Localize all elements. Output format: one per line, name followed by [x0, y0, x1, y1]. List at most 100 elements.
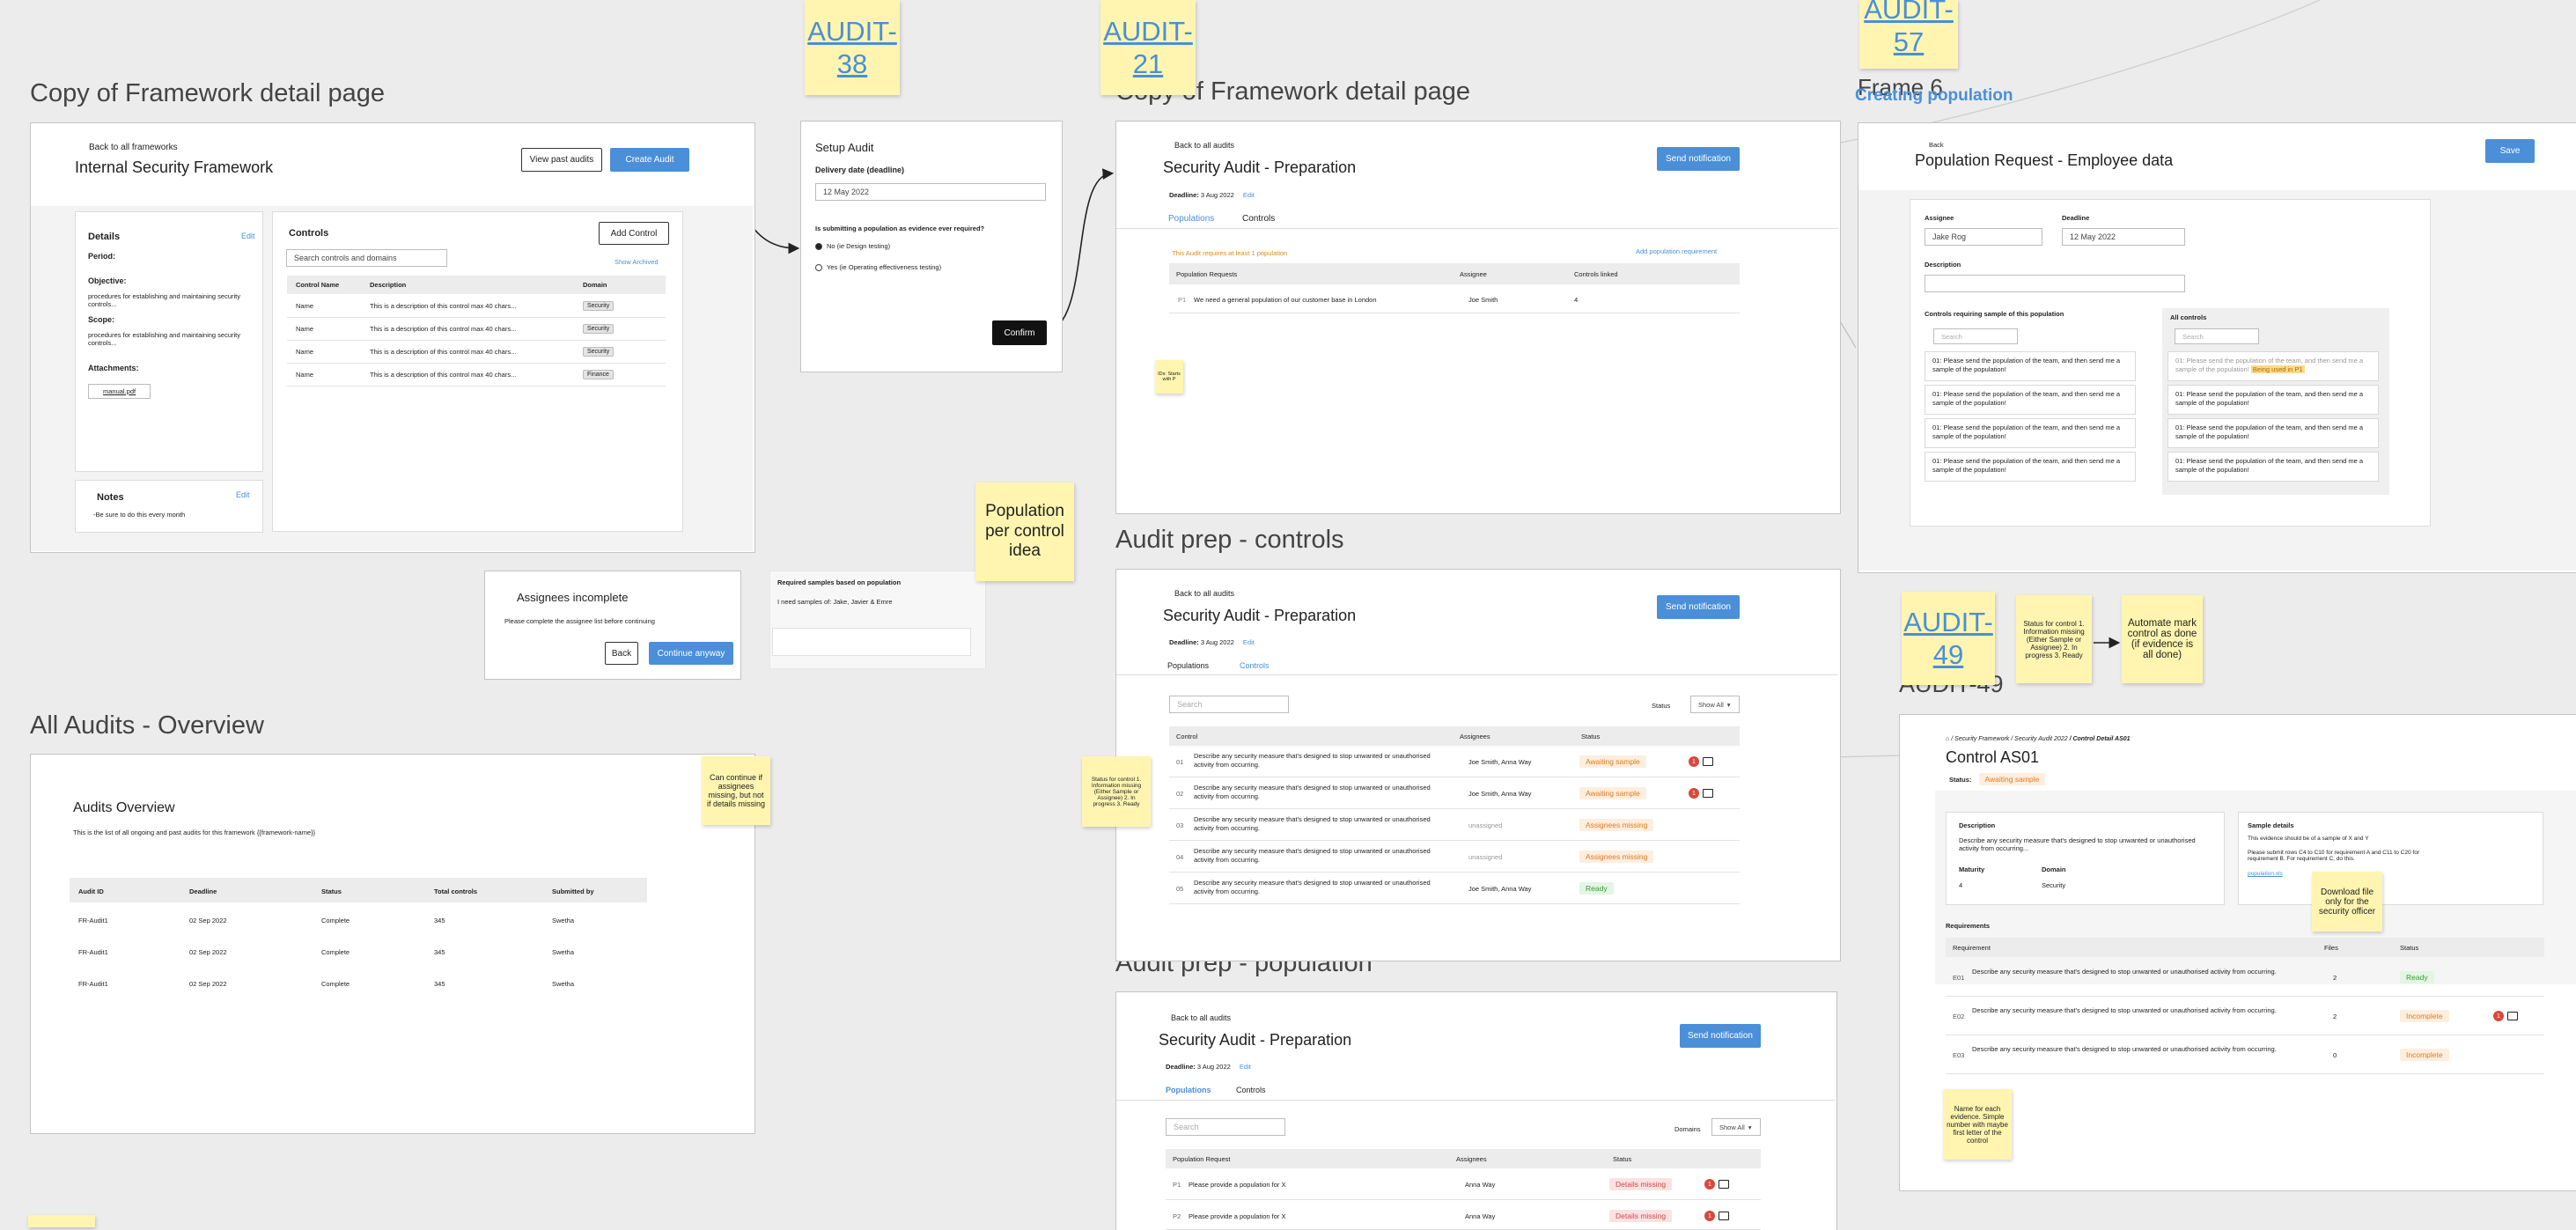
confirm-button[interactable]: Confirm [992, 320, 1047, 345]
control-list-item[interactable]: 01: Please send the population of the te… [2168, 351, 2379, 381]
assignee-input[interactable]: Jake Rog [1925, 228, 2042, 246]
deadline-edit-link[interactable]: Edit [1243, 191, 1255, 199]
breadcrumb-framework[interactable]: / Security Framework / [1951, 736, 2013, 742]
create-audit-button[interactable]: Create Audit [610, 148, 689, 172]
deadline-edit-link[interactable]: Edit [1240, 1063, 1251, 1071]
back-link[interactable]: Back to all audits [1171, 1013, 1231, 1022]
tab-populations[interactable]: Populations [1168, 214, 1214, 224]
control-list-item[interactable]: 01: Please send the population of the te… [1925, 418, 2136, 448]
tab-controls[interactable]: Controls [1242, 214, 1275, 224]
audit-cell: 02 Sep 2022 [189, 980, 227, 988]
table-row[interactable]: 01 Describe any security measure that's d… [1169, 746, 1740, 777]
attachment-file[interactable]: manual.pdf [88, 384, 151, 399]
radio-yes[interactable]: Yes (ie Operating effectiveness testing) [815, 263, 942, 272]
comment-icon[interactable] [2507, 1012, 2518, 1020]
row-assignee[interactable]: unassigned [1468, 821, 1502, 829]
tab-populations[interactable]: Populations [1166, 1086, 1211, 1094]
samples-input[interactable] [772, 628, 971, 656]
send-notification-button[interactable]: Send notification [1657, 147, 1740, 171]
table-row[interactable]: Name This is a description of this contr… [287, 318, 666, 341]
row-assignee[interactable]: unassigned [1468, 853, 1502, 861]
table-row[interactable]: FR-Audit1 02 Sep 2022 Complete 345 Swetha [70, 936, 647, 968]
control-list-item[interactable]: 01: Please send the population of the te… [1925, 351, 2136, 381]
tab-controls[interactable]: Controls [1240, 661, 1270, 670]
search-input[interactable]: Search [1933, 328, 2018, 344]
audit-cell: Complete [321, 948, 350, 956]
table-row[interactable]: E03 Describe any security measure that's … [1946, 1035, 2544, 1074]
table-row[interactable]: 02 Describe any security measure that's d… [1169, 777, 1740, 809]
requirement-id: E02 [1953, 1013, 1965, 1020]
comment-icon[interactable] [1719, 1180, 1729, 1189]
table-row[interactable]: FR-Audit1 02 Sep 2022 Complete 345 Swetha [70, 904, 647, 936]
show-archived-link[interactable]: Show Archived [615, 258, 659, 266]
deadline-value: 3 Aug 2022 [1200, 638, 1234, 646]
view-past-audits-button[interactable]: View past audits [521, 148, 602, 172]
sticky-audit-21[interactable]: AUDIT-21 [1100, 0, 1196, 95]
deadline-value: 3 Aug 2022 [1200, 191, 1234, 199]
used-in-badge: Being used in P1 [2250, 365, 2305, 374]
modal-title: Assignees incomplete [517, 591, 629, 604]
table-row[interactable]: Name This is a description of this contr… [287, 295, 666, 318]
table-row[interactable]: FR-Audit1 02 Sep 2022 Complete 345 Swetha [70, 968, 647, 999]
control-list-item[interactable]: 01: Please send the population of the te… [2168, 418, 2379, 448]
search-input[interactable]: Search [2175, 328, 2259, 344]
comment-icon[interactable] [1703, 757, 1713, 766]
control-list-item[interactable]: 01: Please send the population of the te… [1925, 452, 2136, 482]
back-button[interactable]: Back [605, 642, 638, 665]
breadcrumb-audit[interactable]: Security Audit 2022 [2014, 736, 2067, 742]
table-row[interactable]: 05 Describe any security measure that's d… [1169, 873, 1740, 904]
continue-anyway-button[interactable]: Continue anyway [649, 642, 733, 665]
description-input[interactable] [1925, 275, 2185, 292]
send-notification-button[interactable]: Send notification [1657, 595, 1740, 619]
add-control-button[interactable]: Add Control [599, 222, 669, 245]
comment-icon[interactable] [1719, 1212, 1729, 1220]
sticky-audit-38[interactable]: AUDIT-38 [805, 0, 900, 95]
table-row[interactable]: Name This is a description of this contr… [287, 341, 666, 364]
search-input[interactable]: Search [1169, 696, 1289, 713]
caret-down-icon: ▾ [1748, 1123, 1752, 1131]
table-row[interactable]: E01 Describe any security measure that's … [1946, 958, 2544, 997]
back-link[interactable]: Back to all frameworks [89, 143, 178, 152]
control-list-item[interactable]: 01: Please send the population of the te… [2168, 452, 2379, 482]
back-link[interactable]: Back to all audits [1174, 141, 1234, 150]
table-row[interactable]: E02 Describe any security measure that's … [1946, 997, 2544, 1035]
table-row[interactable]: P1 Please provide a population for X Ann… [1166, 1168, 1761, 1200]
radio-no[interactable]: No (ie Design testing) [815, 242, 890, 251]
table-row[interactable]: Name This is a description of this contr… [287, 364, 666, 387]
tab-controls[interactable]: Controls [1236, 1086, 1266, 1094]
sticky-audit-57[interactable]: AUDIT-57 [1859, 0, 1958, 69]
save-button[interactable]: Save [2485, 139, 2535, 163]
status-filter-select[interactable]: Show All ▾ [1690, 696, 1740, 713]
table-row[interactable]: 04 Describe any security measure that's d… [1169, 841, 1740, 873]
search-controls-input[interactable]: Search controls and domains [286, 249, 447, 267]
table-row[interactable]: P1 We need a general population of our c… [1169, 285, 1740, 313]
col-domain: Domain [583, 281, 607, 289]
back-link[interactable]: Back to all audits [1174, 589, 1234, 598]
table-row[interactable]: P2 Please provide a population for X Ann… [1166, 1200, 1761, 1230]
comment-icon[interactable] [1703, 789, 1713, 798]
radio-yes-label: Yes (ie Operating effectiveness testing) [827, 263, 942, 271]
domains-filter-select[interactable]: Show All ▾ [1711, 1118, 1761, 1136]
row-assignee[interactable]: Joe Smith, Anna Way [1468, 758, 1531, 766]
row-assignee[interactable]: Joe Smith, Anna Way [1468, 790, 1531, 798]
domain-tag: Security [583, 301, 615, 311]
row-assignee[interactable]: Joe Smith, Anna Way [1468, 885, 1531, 893]
sample-file-link[interactable]: population.xls [2248, 871, 2283, 877]
modal-text: Please complete the assignee list before… [504, 617, 655, 625]
home-icon[interactable]: ⌂ [1946, 736, 1949, 742]
send-notification-button[interactable]: Send notification [1680, 1024, 1761, 1048]
back-link[interactable]: Back [1929, 141, 1944, 149]
control-list-item[interactable]: 01: Please send the population of the te… [2168, 385, 2379, 415]
add-population-link[interactable]: Add population requirement [1636, 247, 1717, 255]
search-input[interactable]: Search [1166, 1118, 1285, 1136]
details-edit-link[interactable]: Edit [241, 232, 255, 240]
sticky-audit-49[interactable]: AUDIT-49 [1902, 592, 1995, 685]
table-row[interactable]: 03 Describe any security measure that's d… [1169, 809, 1740, 841]
population-request-frame: Back Population Request - Employee data … [1858, 122, 2576, 573]
notes-edit-link[interactable]: Edit [236, 490, 250, 499]
control-list-item[interactable]: 01: Please send the population of the te… [1925, 385, 2136, 415]
tab-populations[interactable]: Populations [1167, 661, 1209, 670]
deadline-edit-link[interactable]: Edit [1243, 638, 1255, 646]
delivery-date-input[interactable]: 12 May 2022 [815, 183, 1046, 201]
deadline-input[interactable]: 12 May 2022 [2062, 228, 2185, 246]
